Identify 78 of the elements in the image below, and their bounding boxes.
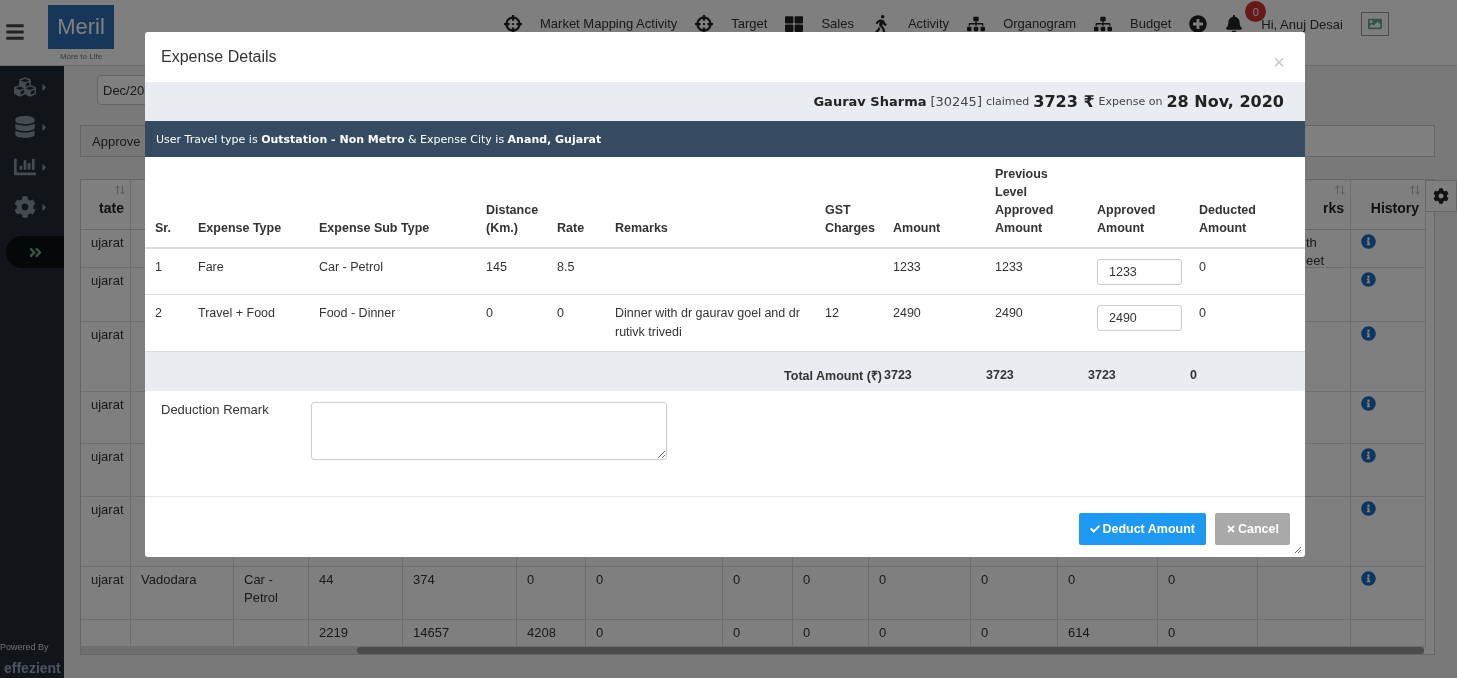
table-cell: 2 bbox=[155, 306, 162, 320]
table-cell: 3723 bbox=[884, 368, 912, 383]
column-header: tate bbox=[99, 200, 124, 216]
travel-info: User Travel type is Outstation - Non Metro & Expense City is Anand, Gujarat bbox=[156, 132, 602, 146]
table-cell: 0 bbox=[1199, 306, 1206, 320]
table-cell: 3723 bbox=[1088, 368, 1116, 383]
table-cell: Food - Dinner bbox=[319, 306, 396, 320]
table-cell: 8.5 bbox=[557, 260, 575, 274]
table-cell: ujarat bbox=[81, 567, 131, 620]
table-cell: 12 bbox=[825, 306, 839, 320]
logo: Meril bbox=[48, 5, 114, 49]
table-cell: 0 bbox=[1190, 368, 1197, 383]
nav-link[interactable]: Market Mapping Activity bbox=[540, 17, 678, 31]
table-cell: 0 bbox=[1158, 567, 1258, 620]
claimed-label: claimed bbox=[985, 95, 1030, 108]
table-cell: 0 bbox=[486, 306, 493, 320]
table-cell: 145 bbox=[486, 260, 507, 274]
table-cell: Dinner with dr gaurav goel and dr rutivk trivedi bbox=[615, 306, 800, 339]
table-cell: 1233 bbox=[995, 260, 1023, 274]
nav-link[interactable]: Organogram bbox=[1003, 17, 1077, 31]
column-header: rks bbox=[1322, 200, 1344, 216]
column-header: Expense Sub Type bbox=[309, 157, 476, 248]
column-header: GST Charges bbox=[815, 157, 883, 248]
column-header: Sr. bbox=[145, 157, 188, 248]
table-cell: 3723 bbox=[986, 368, 1014, 383]
table-cell: ujarat bbox=[81, 230, 131, 268]
table-cell: ujarat bbox=[81, 444, 131, 497]
powered-by-label: Powered By bbox=[0, 642, 49, 652]
nav-link[interactable]: Target bbox=[731, 17, 768, 31]
cancel-button[interactable]: Cancel bbox=[1215, 512, 1290, 545]
table-cell: 0 bbox=[1199, 260, 1206, 274]
table-cell: ujarat bbox=[81, 268, 131, 322]
column-header: Rate bbox=[547, 157, 605, 248]
table-cell: Car - Petrol bbox=[234, 567, 309, 620]
column-header: Approved Amount bbox=[1087, 157, 1189, 248]
total-label: Total Amount (₹) bbox=[784, 368, 882, 383]
table-cell: 0 bbox=[971, 567, 1058, 620]
claimant-name: Gaurav Sharma bbox=[813, 94, 927, 109]
nav-link[interactable]: Sales bbox=[821, 17, 854, 31]
column-header: Deducted Amount bbox=[1189, 157, 1305, 248]
table-cell: 1 bbox=[155, 260, 162, 274]
table-cell: ujarat bbox=[81, 497, 131, 567]
table-cell: 374 bbox=[403, 567, 517, 620]
column-header: Previous Level Approved Amount bbox=[985, 157, 1087, 248]
table-cell: 0 bbox=[586, 567, 723, 620]
table-cell: 0 bbox=[1058, 567, 1158, 620]
table-cell: Travel + Food bbox=[198, 306, 275, 320]
expense-date: 28 Nov, 2020 bbox=[1166, 92, 1284, 111]
approved-amount-field[interactable]: 1233 bbox=[1097, 259, 1182, 285]
table-cell: 0 bbox=[557, 306, 564, 320]
table-cell: 0 bbox=[869, 567, 971, 620]
claimed-amount: 3723 ₹ bbox=[1033, 92, 1095, 111]
dialog-title: Expense Details bbox=[161, 48, 277, 66]
table-cell: 0 bbox=[517, 567, 586, 620]
table-cell: 44 bbox=[309, 567, 403, 620]
deduct-amount-button[interactable]: Deduct Amount bbox=[1079, 512, 1206, 545]
table-cell: ujarat bbox=[81, 322, 131, 392]
table-cell: 0 bbox=[793, 567, 869, 620]
nav-link[interactable]: Budget bbox=[1130, 17, 1172, 31]
column-header: Expense Type bbox=[188, 157, 309, 248]
nav-link[interactable]: Activity bbox=[907, 17, 950, 31]
column-header: Distance (Km.) bbox=[476, 157, 547, 248]
table-cell: Car - Petrol bbox=[319, 260, 383, 274]
table-cell: 2490 bbox=[893, 306, 921, 320]
table-cell: 0 bbox=[723, 567, 793, 620]
column-header: History bbox=[1370, 200, 1419, 216]
employee-id: [30245] bbox=[930, 94, 982, 109]
column-header: Remarks bbox=[605, 157, 815, 248]
table-cell: Vadodara bbox=[131, 567, 234, 620]
table-cell: 2490 bbox=[995, 306, 1023, 320]
table-cell: ujarat bbox=[81, 392, 131, 444]
table-cell: Fare bbox=[198, 260, 224, 274]
expense-label: Expense on bbox=[1098, 95, 1163, 108]
table-cell: 1233 bbox=[893, 260, 921, 274]
field-label: Deduction Remark bbox=[161, 401, 270, 419]
approved-amount-field[interactable]: 2490 bbox=[1097, 305, 1182, 331]
brand-logo: effezient bbox=[4, 660, 61, 676]
column-header: Amount bbox=[883, 157, 985, 248]
